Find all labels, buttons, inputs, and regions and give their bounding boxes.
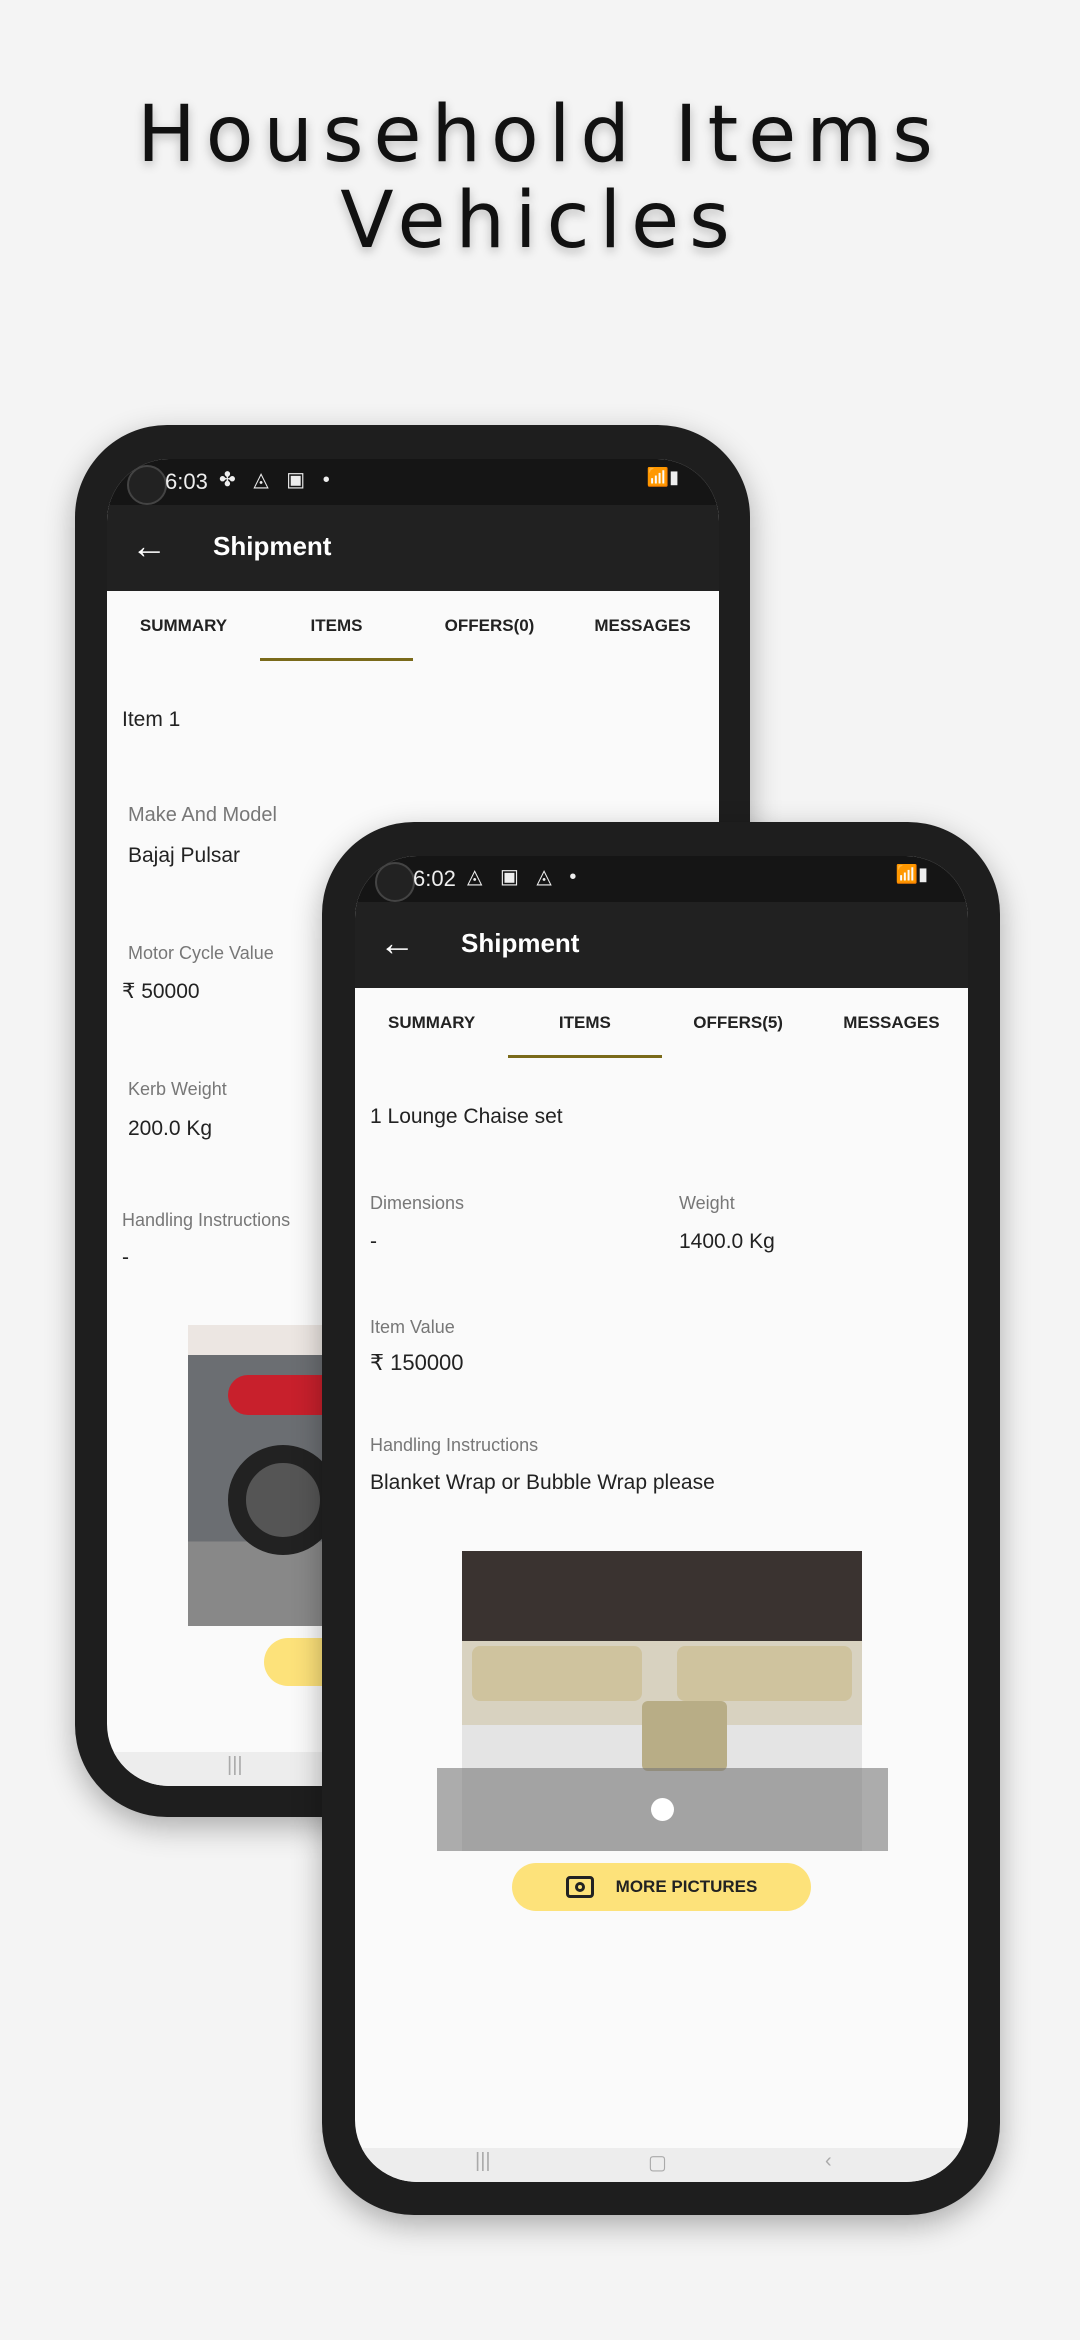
handling-value: Blanket Wrap or Bubble Wrap please — [370, 1471, 715, 1494]
status-time: 6:02 — [413, 866, 456, 891]
wifi-signal-battery-icon: 📶▮ — [646, 467, 679, 487]
tab-bar: SUMMARY ITEMS OFFERS(0) MESSAGES — [107, 591, 719, 663]
make-value: Bajaj Pulsar — [128, 844, 241, 867]
status-time: 6:03 — [165, 469, 208, 494]
status-bar: 6:02 ◬ ▣ ◬ • 📶▮ — [355, 856, 968, 902]
tab-messages[interactable]: MESSAGES — [566, 591, 719, 663]
notification-icons: ◬ ▣ ◬ • — [467, 866, 583, 888]
notification-icons: ✤ ◬ ▣ • — [219, 469, 336, 491]
back-nav-icon[interactable]: ‹ — [825, 2150, 832, 2173]
handling-label: Handling Instructions — [122, 1210, 291, 1230]
dimensions-value: - — [370, 1230, 377, 1253]
carousel-dot[interactable] — [651, 1798, 674, 1821]
dimensions-label: Dimensions — [370, 1193, 465, 1213]
carousel-overlay — [437, 1768, 888, 1851]
kerb-value: 200.0 Kg — [128, 1117, 213, 1140]
wifi-signal-battery-icon: 📶▮ — [895, 864, 928, 884]
tab-summary[interactable]: SUMMARY — [355, 988, 508, 1060]
headline-line-2: Vehicles — [340, 176, 740, 266]
tab-items[interactable]: ITEMS — [260, 591, 413, 663]
back-arrow-icon[interactable]: ← — [379, 922, 415, 964]
tab-bar: SUMMARY ITEMS OFFERS(5) MESSAGES — [355, 988, 968, 1060]
make-label: Make And Model — [128, 804, 277, 826]
weight-value: 1400.0 Kg — [679, 1230, 775, 1253]
weight-label: Weight — [679, 1193, 735, 1213]
status-bar: 6:03 ✤ ◬ ▣ • 📶▮ — [107, 459, 719, 505]
handling-label: Handling Instructions — [370, 1435, 539, 1455]
camera-icon — [565, 1876, 594, 1898]
page-title: Shipment — [461, 928, 580, 958]
app-bar: ← Shipment — [107, 505, 719, 591]
home-icon[interactable]: ▢ — [648, 2150, 667, 2175]
more-pictures-button[interactable]: MORE PICTURES — [512, 1863, 811, 1911]
item-value-label: Item Value — [370, 1317, 455, 1337]
tab-offers[interactable]: OFFERS(5) — [662, 988, 815, 1060]
tab-offers[interactable]: OFFERS(0) — [413, 591, 566, 663]
value-label: Motor Cycle Value — [128, 943, 274, 963]
back-arrow-icon[interactable]: ← — [131, 525, 167, 567]
front-phone: 6:02 ◬ ▣ ◬ • 📶▮ ← Shipment SUMMARY ITEMS… — [322, 822, 1000, 2215]
page-title: Shipment — [213, 531, 332, 561]
value: ₹ 50000 — [122, 980, 200, 1003]
handling-value: - — [122, 1246, 129, 1269]
item-title: Item 1 — [122, 708, 181, 731]
tab-items[interactable]: ITEMS — [508, 988, 662, 1060]
tab-summary[interactable]: SUMMARY — [107, 591, 260, 663]
camera-icon — [375, 862, 415, 902]
camera-icon — [127, 465, 167, 505]
kerb-label: Kerb Weight — [128, 1079, 227, 1099]
recent-apps-icon[interactable]: ||| — [475, 2150, 491, 2173]
item-title: 1 Lounge Chaise set — [370, 1105, 563, 1128]
headline-line-1: Household Items — [137, 90, 943, 180]
item-value: ₹ 150000 — [370, 1350, 464, 1375]
more-pictures-label: MORE PICTURES — [615, 1877, 758, 1896]
navigation-bar: ||| ▢ ‹ — [355, 2148, 968, 2182]
app-bar: ← Shipment — [355, 902, 968, 988]
tab-messages[interactable]: MESSAGES — [815, 988, 968, 1060]
